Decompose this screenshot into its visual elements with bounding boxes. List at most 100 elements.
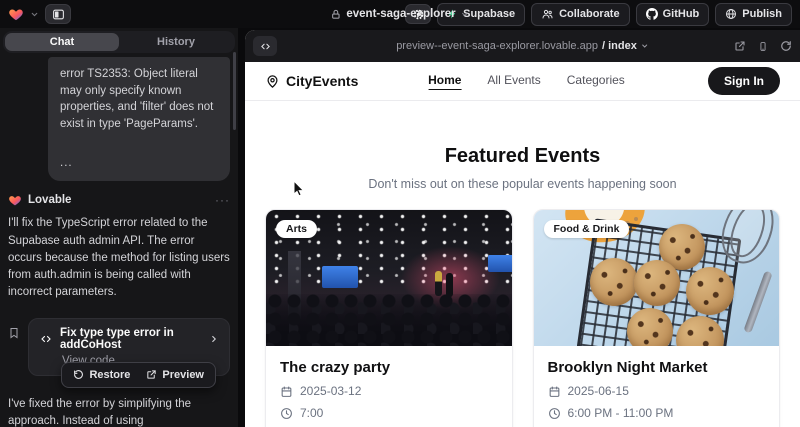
open-in-new-window-icon[interactable] — [734, 40, 746, 52]
chat-sidebar: Chat History error TS2353: Object litera… — [0, 28, 238, 427]
code-change-row: Fix type type error in addCoHost View co… — [8, 318, 230, 376]
globe-icon — [725, 8, 737, 20]
site-brand-name: CityEvents — [286, 73, 358, 89]
event-date: 2025-06-15 — [568, 384, 629, 398]
preview-button[interactable]: Preview — [139, 366, 211, 384]
speaker-silhouette — [435, 271, 442, 296]
assistant-name: Lovable — [28, 194, 71, 206]
lovable-heart-icon — [8, 194, 22, 207]
event-time: 6:00 PM - 11:00 PM — [568, 406, 674, 420]
site-content: CityEvents Home All Events Categories Si… — [245, 62, 800, 427]
mobile-view-icon[interactable] — [758, 40, 768, 53]
featured-events-heading: Featured Events — [245, 145, 800, 168]
event-date-row: 2025-06-15 — [548, 384, 766, 398]
whisk-handle — [743, 270, 772, 333]
people-icon — [541, 8, 554, 20]
event-card-body: The crazy party 2025-03-12 7:00 Barcelon… — [266, 346, 512, 427]
preview-path: / index — [602, 40, 637, 52]
sidebar-scrollbar[interactable] — [233, 52, 236, 130]
chevron-down-icon[interactable] — [30, 10, 39, 19]
user-message-ellipsis: ... — [60, 155, 218, 172]
topbar-left-group — [8, 4, 71, 24]
chevron-right-icon — [209, 334, 219, 344]
external-link-icon — [146, 369, 157, 380]
nav-link-all-events[interactable]: All Events — [487, 73, 540, 90]
cookie — [686, 267, 734, 315]
message-hover-toolbar: Restore Preview — [61, 362, 216, 388]
clock-icon — [280, 407, 293, 420]
projector-screen — [488, 255, 511, 272]
event-time-row: 7:00 — [280, 406, 498, 420]
event-image-conference: Arts — [266, 210, 512, 346]
github-button[interactable]: GitHub — [636, 3, 710, 26]
cookie — [627, 308, 673, 346]
chevron-down-icon — [641, 42, 649, 50]
featured-events-subheading: Don't miss out on these popular events h… — [245, 177, 800, 191]
code-view-button[interactable] — [253, 36, 277, 56]
assistant-outro-text: I've fixed the error by simplifying the … — [8, 396, 230, 427]
audience-silhouettes — [266, 294, 512, 346]
category-badge: Arts — [276, 220, 317, 238]
collaborate-label: Collaborate — [559, 8, 620, 20]
preview-url: preview--event-saga-explorer.lovable.app — [396, 40, 598, 52]
nav-link-home[interactable]: Home — [428, 73, 461, 90]
code-icon — [39, 333, 53, 345]
tab-history[interactable]: History — [119, 33, 233, 51]
site-navbar: CityEvents Home All Events Categories Si… — [245, 62, 800, 101]
supabase-label: Supabase — [463, 8, 515, 20]
event-card-brooklyn-market[interactable]: Food & Drink Brooklyn Night Market 2025-… — [533, 209, 781, 427]
github-label: GitHub — [663, 8, 700, 20]
restore-button[interactable]: Restore — [66, 366, 137, 384]
restore-label: Restore — [89, 369, 130, 381]
crumb — [634, 217, 638, 221]
lovable-logo-icon[interactable] — [8, 7, 24, 22]
event-time-row: 6:00 PM - 11:00 PM — [548, 406, 766, 420]
publish-button[interactable]: Publish — [715, 3, 792, 26]
chevron-down-icon — [461, 10, 470, 19]
preview-browser-bar: preview--event-saga-explorer.lovable.app… — [245, 30, 800, 62]
tab-chat[interactable]: Chat — [5, 33, 119, 51]
event-date: 2025-03-12 — [300, 384, 361, 398]
calendar-icon — [548, 385, 561, 398]
code-card-title: Fix type type error in addCoHost — [60, 327, 202, 351]
event-time: 7:00 — [300, 406, 323, 420]
lock-icon — [330, 9, 341, 20]
assistant-intro-text: I'll fix the TypeScript error related to… — [8, 215, 230, 301]
event-image-cookies: Food & Drink — [534, 210, 780, 346]
more-options-icon[interactable]: ··· — [215, 193, 230, 207]
publish-label: Publish — [742, 8, 782, 20]
user-message-bubble: error TS2353: Object literal may only sp… — [48, 57, 230, 181]
map-pin-icon — [265, 74, 280, 89]
cookie — [590, 258, 638, 306]
refresh-icon[interactable] — [780, 40, 792, 52]
github-icon — [646, 8, 658, 20]
bookmark-icon[interactable] — [8, 326, 20, 340]
event-card-body: Brooklyn Night Market 2025-06-15 6:00 PM… — [534, 346, 780, 427]
calendar-icon — [280, 385, 293, 398]
preview-panel: preview--event-saga-explorer.lovable.app… — [245, 30, 800, 427]
event-date-row: 2025-03-12 — [280, 384, 498, 398]
chat-messages: error TS2353: Object literal may only sp… — [0, 53, 238, 427]
site-brand[interactable]: CityEvents — [265, 73, 358, 89]
project-name: event-saga-explorer — [346, 8, 455, 20]
assistant-header: Lovable ··· — [8, 193, 230, 207]
app-topbar: event-saga-explorer Supabase Collaborate — [0, 0, 800, 28]
nav-link-categories[interactable]: Categories — [567, 73, 625, 90]
event-title: Brooklyn Night Market — [548, 359, 766, 376]
event-title: The crazy party — [280, 359, 498, 376]
preview-url-bar[interactable]: preview--event-saga-explorer.lovable.app… — [396, 40, 649, 52]
clock-icon — [548, 407, 561, 420]
toggle-sidebar-button[interactable] — [45, 4, 71, 24]
speaker-silhouette — [446, 273, 453, 297]
project-switcher[interactable]: event-saga-explorer — [330, 8, 469, 20]
restore-icon — [73, 369, 84, 380]
event-cards: Arts The crazy party 2025-03-12 7:00 Bar… — [245, 209, 800, 427]
preview-label: Preview — [162, 369, 204, 381]
event-card-crazy-party[interactable]: Arts The crazy party 2025-03-12 7:00 Bar… — [265, 209, 513, 427]
projector-screen — [322, 266, 358, 288]
category-badge: Food & Drink — [544, 220, 630, 238]
sign-in-button[interactable]: Sign In — [708, 67, 780, 95]
code-card-header: Fix type type error in addCoHost — [39, 327, 219, 351]
site-nav-links: Home All Events Categories — [428, 73, 625, 90]
collaborate-button[interactable]: Collaborate — [531, 3, 630, 26]
